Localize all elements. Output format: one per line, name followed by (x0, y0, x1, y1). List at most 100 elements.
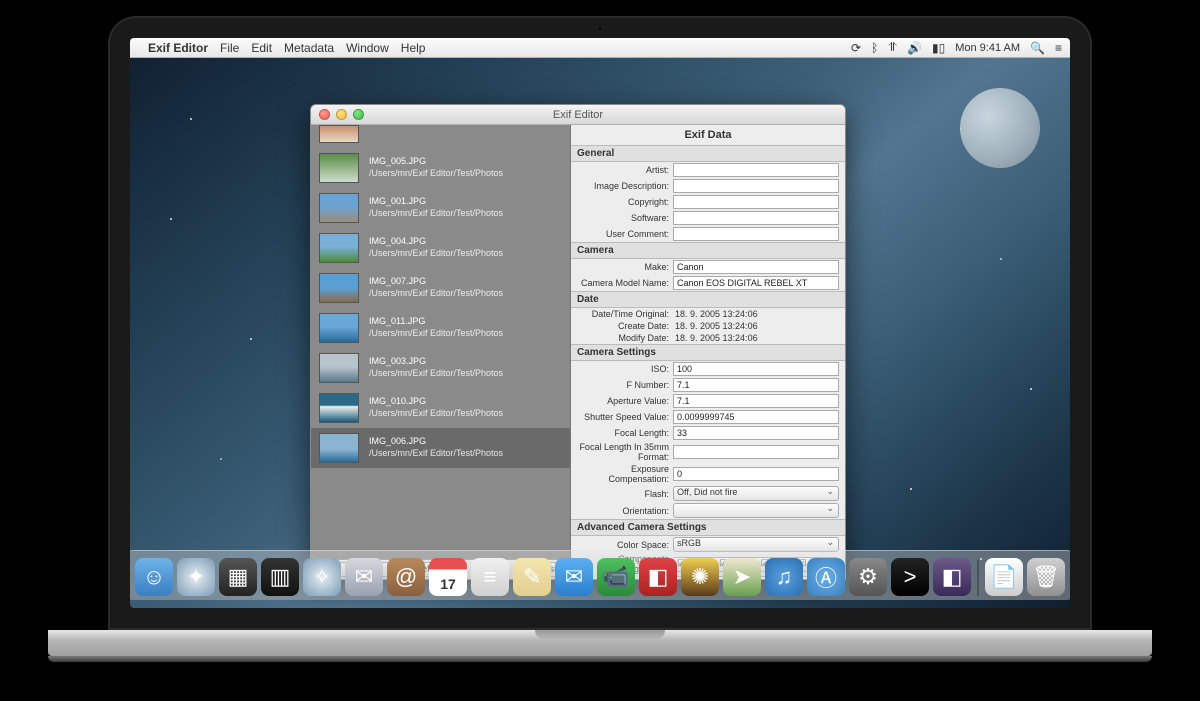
list-item[interactable]: IMG_007.JPG/Users/mn/Exif Editor/Test/Ph… (311, 268, 570, 308)
dock-mail-icon[interactable]: ✉ (345, 558, 383, 596)
list-item[interactable]: IMG_004.JPG/Users/mn/Exif Editor/Test/Ph… (311, 228, 570, 268)
thumbnail (319, 193, 359, 223)
field-row: User Comment: (571, 226, 845, 242)
field-row: Image Description: (571, 178, 845, 194)
file-list: IMG_005.JPG/Users/mn/Exif Editor/Test/Ph… (311, 148, 570, 559)
dock-itunes-icon[interactable]: ♫ (765, 558, 803, 596)
thumbnail (319, 233, 359, 263)
field-focal-length-[interactable] (673, 426, 839, 440)
field-label: Date/Time Original: (577, 309, 669, 319)
dock-launchpad-icon[interactable]: ▦ (219, 558, 257, 596)
field-image-description-[interactable] (673, 179, 839, 193)
dock-contacts-icon[interactable]: @ (387, 558, 425, 596)
clock[interactable]: Mon 9:41 AM (955, 42, 1020, 54)
field-row: F Number: (571, 377, 845, 393)
list-item[interactable]: IMG_006.JPG/Users/mn/Exif Editor/Test/Ph… (311, 428, 570, 468)
dock-appstore-icon[interactable]: Ⓐ (807, 558, 845, 596)
menu-help[interactable]: Help (401, 41, 426, 55)
dock-photobooth-icon[interactable]: ◧ (639, 558, 677, 596)
field-label: User Comment: (577, 229, 669, 239)
field-orientation-[interactable] (673, 503, 839, 518)
field-row: Make: (571, 259, 845, 275)
field-modify-date-: 18. 9. 2005 13:24:06 (673, 333, 839, 343)
field-user-comment-[interactable] (673, 227, 839, 241)
app-menu[interactable]: Exif Editor (148, 41, 208, 55)
list-item[interactable]: IMG_001.JPG/Users/mn/Exif Editor/Test/Ph… (311, 188, 570, 228)
field-row: Flash: Off, Did not fire (571, 485, 845, 502)
dock-mission-control-icon[interactable]: ▥ (261, 558, 299, 596)
dock-pages-icon[interactable]: 📄 (985, 558, 1023, 596)
list-item[interactable] (311, 125, 570, 148)
battery-icon[interactable]: ▮▯ (932, 41, 945, 55)
menu-metadata[interactable]: Metadata (284, 41, 334, 55)
field-row: Copyright: (571, 194, 845, 210)
field-row: Orientation: (571, 502, 845, 519)
camera-icon (597, 26, 603, 32)
detail-panel: Exif Data GeneralArtist:Image Descriptio… (571, 125, 845, 579)
close-button[interactable] (319, 109, 330, 120)
dock-facetime-icon[interactable]: 📹 (597, 558, 635, 596)
field-focal-length-in---mm-format-[interactable] (673, 445, 839, 459)
field-f-number-[interactable] (673, 378, 839, 392)
field-label: F Number: (577, 380, 669, 390)
dock-iphoto-icon[interactable]: ✺ (681, 558, 719, 596)
file-name: IMG_010.JPG (369, 396, 503, 408)
field-row: ISO: (571, 361, 845, 377)
dock-exif-editor-icon[interactable]: ◧ (933, 558, 971, 596)
dock-finder-icon[interactable]: ☺ (135, 558, 173, 596)
list-item[interactable]: IMG_005.JPG/Users/mn/Exif Editor/Test/Ph… (311, 148, 570, 188)
dock-reminders-icon[interactable]: ≡ (471, 558, 509, 596)
field-label: Color Space: (577, 540, 669, 550)
timemachine-icon[interactable]: ⟳ (851, 41, 861, 55)
menu-file[interactable]: File (220, 41, 239, 55)
section-header: Camera (571, 242, 845, 259)
field-copyright-[interactable] (673, 195, 839, 209)
dock-messages-icon[interactable]: ✉ (555, 558, 593, 596)
dock-notes-icon[interactable]: ✎ (513, 558, 551, 596)
field-flash-[interactable]: Off, Did not fire (673, 486, 839, 501)
field-row: Create Date:18. 9. 2005 13:24:06 (571, 320, 845, 332)
field-artist-[interactable] (673, 163, 839, 177)
section-header: General (571, 145, 845, 162)
field-software-[interactable] (673, 211, 839, 225)
titlebar[interactable]: Exif Editor (311, 105, 845, 125)
dock-terminal-icon[interactable]: > (891, 558, 929, 596)
field-row: Artist: (571, 162, 845, 178)
bluetooth-icon[interactable]: ᛒ (871, 41, 878, 55)
list-item[interactable]: IMG_011.JPG/Users/mn/Exif Editor/Test/Ph… (311, 308, 570, 348)
dock-safari2-icon[interactable]: ✧ (303, 558, 341, 596)
field-make-[interactable] (673, 260, 839, 274)
field-iso-[interactable] (673, 362, 839, 376)
field-label: Flash: (577, 489, 669, 499)
list-item[interactable]: IMG_003.JPG/Users/mn/Exif Editor/Test/Ph… (311, 348, 570, 388)
zoom-button[interactable] (353, 109, 364, 120)
dock-preferences-icon[interactable]: ⚙ (849, 558, 887, 596)
notification-icon[interactable]: ≡ (1055, 41, 1062, 55)
thumbnail (319, 273, 359, 303)
menu-window[interactable]: Window (346, 41, 389, 55)
field-camera-model-name-[interactable] (673, 276, 839, 290)
dock: ☺✦▦▥✧✉@17≡✎✉📹◧✺➤♫Ⓐ⚙>◧📄🗑 (130, 550, 1070, 600)
thumbnail (319, 313, 359, 343)
macbook-base (48, 630, 1152, 656)
dock-safari-icon[interactable]: ✦ (177, 558, 215, 596)
minimize-button[interactable] (336, 109, 347, 120)
thumbnail (319, 153, 359, 183)
field-shutter-speed-value-[interactable] (673, 410, 839, 424)
field-aperture-value-[interactable] (673, 394, 839, 408)
dock-maps-icon[interactable]: ➤ (723, 558, 761, 596)
app-window: Exif Editor IMG_005.JPG/Users/mn/Exif Ed… (310, 104, 846, 580)
list-item[interactable]: IMG_010.JPG/Users/mn/Exif Editor/Test/Ph… (311, 388, 570, 428)
field-row: Software: (571, 210, 845, 226)
volume-icon[interactable]: 🔊 (907, 41, 922, 55)
spotlight-icon[interactable]: 🔍 (1030, 41, 1045, 55)
dock-calendar-icon[interactable]: 17 (429, 558, 467, 596)
dock-trash-icon[interactable]: 🗑 (1027, 558, 1065, 596)
thumbnail (319, 393, 359, 423)
wifi-icon[interactable]: ⥣ (888, 40, 897, 55)
file-name: IMG_003.JPG (369, 356, 503, 368)
file-path: /Users/mn/Exif Editor/Test/Photos (369, 208, 503, 220)
field-exposure-compensation-[interactable] (673, 467, 839, 481)
macbook-frame: Exif Editor File Edit Metadata Window Help ⟳… (108, 16, 1092, 630)
menu-edit[interactable]: Edit (251, 41, 272, 55)
